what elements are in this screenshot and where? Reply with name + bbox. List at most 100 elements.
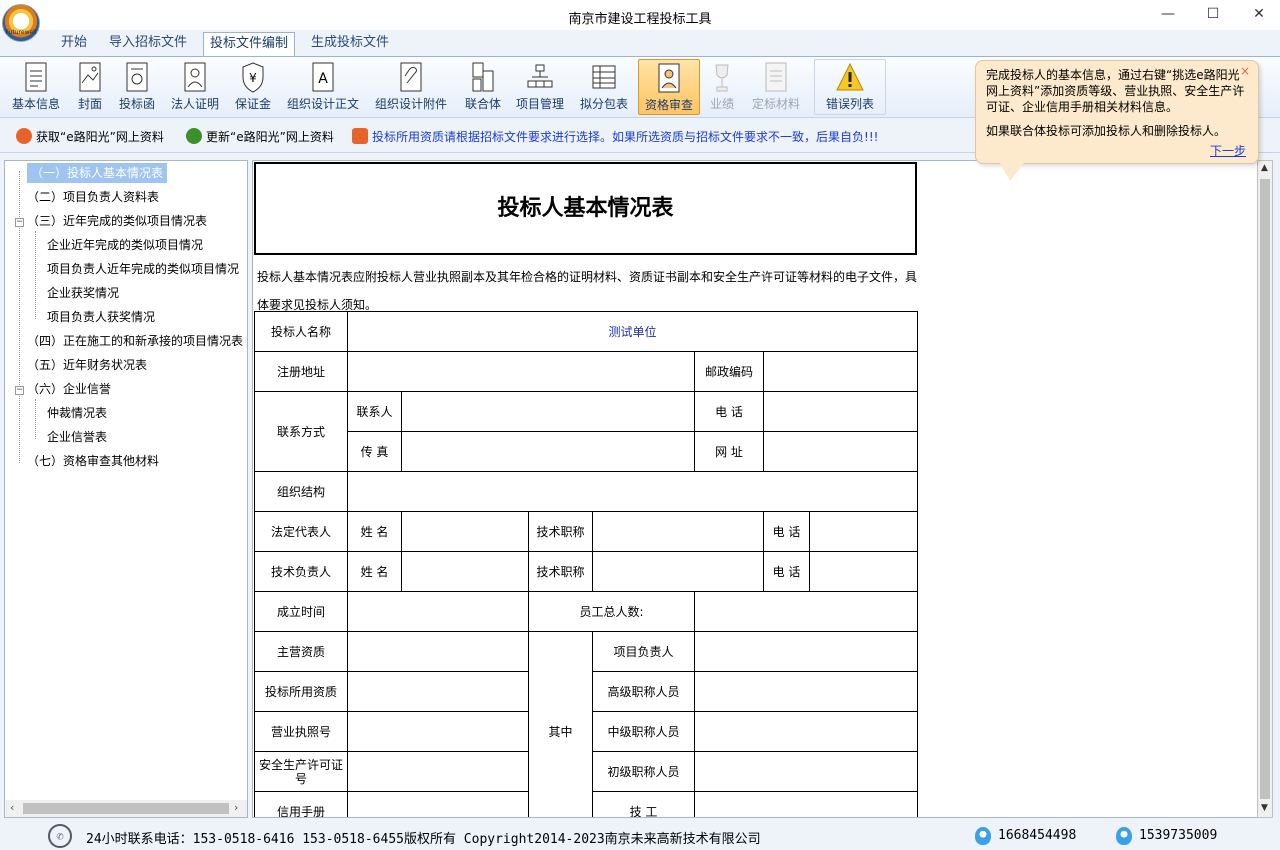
maximize-button[interactable]: ☐ — [1203, 4, 1223, 24]
tree-item-bidder-basic[interactable]: （一）投标人基本情况表 — [27, 163, 168, 183]
document-vertical-scrollbar[interactable]: ▲ ▼ — [1257, 160, 1273, 818]
ribbon-qualification-button[interactable]: 资格审查 — [638, 59, 700, 115]
cell-label: 电 话 — [694, 391, 764, 432]
fetch-online-data-link[interactable]: 获取“e路阳光”网上资料 — [16, 128, 164, 145]
website-field[interactable] — [762, 431, 919, 472]
scroll-left-icon[interactable]: ‹ — [10, 801, 14, 814]
tree-item-enterprise-projects[interactable]: 企业近年完成的类似项目情况 — [47, 235, 203, 255]
tree-item-project-lead[interactable]: （二）项目负责人资料表 — [27, 187, 159, 207]
ribbon-error-list-button[interactable]: 错误列表 — [820, 59, 880, 115]
tree-item-other-materials[interactable]: （七）资格审查其他材料 — [27, 451, 159, 471]
ribbon-cover-button[interactable]: 封面 — [72, 59, 108, 115]
scroll-right-icon[interactable]: › — [234, 801, 238, 814]
mid-staff-field[interactable] — [693, 711, 919, 752]
tree-item-ongoing-projects[interactable]: （四）正在施工的和新承接的项目情况表 — [27, 331, 243, 351]
qualification-warning: 投标所用资质请根据招标文件要求进行选择。如果所选资质与招标文件要求不一致，后果自… — [352, 128, 878, 145]
tree-item-enterprise-awards[interactable]: 企业获奖情况 — [47, 283, 119, 303]
ribbon-label: 投标函 — [118, 97, 155, 111]
ribbon-legal-cert-button[interactable]: 法人证明 — [168, 59, 222, 115]
tooltip-next-link[interactable]: 下一步 — [1210, 143, 1246, 159]
project-lead-count-field[interactable] — [693, 631, 919, 672]
update-online-data-link[interactable]: 更新“e路阳光”网上资料 — [186, 128, 334, 145]
app-logo[interactable]: Futurewell — [2, 4, 40, 42]
ribbon-design-attach-button[interactable]: 组织设计附件 — [372, 59, 450, 115]
postal-code-field[interactable] — [762, 351, 919, 392]
legal-rep-name-field[interactable] — [401, 511, 529, 552]
ribbon-basic-info-button[interactable]: 基本信息 — [8, 59, 64, 115]
org-structure-field[interactable] — [346, 471, 919, 512]
legal-rep-title-field[interactable] — [592, 511, 764, 552]
ribbon-label: 法人证明 — [170, 97, 219, 111]
fetch-label: 获取“e路阳光”网上资料 — [36, 130, 164, 144]
ribbon-label: 资格审查 — [644, 98, 693, 112]
cell-label: 投标人名称 — [254, 311, 348, 352]
title-bar: 南京市建设工程投标工具 — ☐ ✕ — [0, 0, 1280, 30]
tech-lead-title-field[interactable] — [592, 551, 764, 592]
cell-label: 投标所用资质 — [254, 671, 348, 712]
qq-number-2[interactable]: 1539735009 — [1139, 828, 1217, 843]
close-button[interactable]: ✕ — [1249, 4, 1269, 24]
tech-lead-phone-field[interactable] — [808, 551, 919, 592]
tooltip-close-icon[interactable]: × — [1240, 63, 1250, 79]
tree-item-lead-awards[interactable]: 项目负责人获奖情况 — [47, 307, 155, 327]
scroll-thumb[interactable] — [1260, 179, 1270, 799]
license-no-field[interactable] — [347, 711, 529, 752]
staff-total-field[interactable] — [693, 591, 919, 632]
contact-phone-field[interactable] — [762, 391, 919, 432]
junior-staff-field[interactable] — [693, 751, 919, 792]
cell-label: 法定代表人 — [254, 511, 348, 552]
legal-rep-phone-field[interactable] — [808, 511, 919, 552]
tree-horizontal-scrollbar[interactable]: ‹ › — [5, 800, 247, 817]
ribbon-design-text-button[interactable]: A 组织设计正文 — [284, 59, 362, 115]
founded-field[interactable] — [347, 591, 529, 632]
svg-text:A: A — [318, 71, 328, 87]
tree-item-lead-projects[interactable]: 项目负责人近年完成的类似项目情况 — [47, 259, 239, 279]
tech-lead-name-field[interactable] — [401, 551, 529, 592]
bidder-name-field[interactable]: 测试单位 — [346, 311, 919, 352]
tree-item-credit-table[interactable]: 企业信誉表 — [47, 427, 107, 447]
minimize-button[interactable]: — — [1158, 4, 1178, 24]
cell-label: 中级职称人员 — [592, 711, 695, 752]
cell-label: 联系方式 — [254, 391, 348, 472]
contact-person-field[interactable] — [401, 391, 695, 432]
fax-field[interactable] — [401, 431, 695, 472]
qq-number-1[interactable]: 1668454498 — [998, 828, 1076, 843]
senior-staff-field[interactable] — [693, 671, 919, 712]
scroll-thumb[interactable] — [23, 803, 229, 814]
document-view: 投标人基本情况表 投标人基本情况表应附投标人营业执照副本及其年检合格的证明材料、… — [252, 160, 1273, 818]
collapse-icon[interactable]: − — [15, 386, 24, 395]
bid-qual-field[interactable] — [347, 671, 529, 712]
technician-field[interactable] — [693, 791, 919, 817]
ribbon-project-mgmt-button[interactable]: 项目管理 — [512, 59, 568, 115]
tooltip-text-1: 完成投标人的基本信息，通过右键“挑选e路阳光网上资料”添加资质等级、营业执照、安… — [986, 68, 1245, 114]
cell-label: 注册地址 — [254, 351, 348, 392]
tab-compile[interactable]: 投标文件编制 — [203, 32, 296, 56]
bidder-info-table: 投标人名称 测试单位 注册地址 邮政编码 联系方式 联系人 电 话 传 真 网 … — [254, 311, 919, 817]
scroll-up-icon[interactable]: ▲ — [1261, 163, 1268, 173]
ribbon-bid-letter-button[interactable]: 投标函 — [116, 59, 158, 115]
safety-permit-field[interactable] — [347, 751, 529, 792]
tree-item-arbitration[interactable]: 仲裁情况表 — [47, 403, 107, 423]
cover-icon — [79, 62, 101, 92]
cell-label: 姓 名 — [347, 551, 402, 592]
tooltip-text-2: 如果联合体投标可添加投标人和删除投标人。 — [986, 124, 1227, 138]
tree-item-credit[interactable]: （六）企业信誉 — [27, 379, 111, 399]
ribbon-deposit-button[interactable]: ¥ 保证金 — [232, 59, 274, 115]
ribbon-subcontract-button[interactable]: 拟分包表 — [576, 59, 632, 115]
tab-start[interactable]: 开始 — [55, 32, 93, 56]
reg-address-field[interactable] — [347, 351, 695, 392]
cell-label: 电 话 — [763, 551, 810, 592]
collapse-icon[interactable]: − — [15, 218, 24, 227]
ie-icon — [16, 128, 32, 144]
refresh-icon — [186, 128, 202, 144]
tab-import[interactable]: 导入招标文件 — [103, 32, 193, 56]
ribbon-calibration-button: 定标材料 — [748, 59, 804, 115]
ribbon-consortium-button[interactable]: 联合体 — [462, 59, 504, 115]
tab-generate[interactable]: 生成投标文件 — [305, 32, 395, 56]
cell-label: 联系人 — [347, 391, 402, 432]
credit-manual-field[interactable] — [347, 791, 529, 817]
scroll-down-icon[interactable]: ▼ — [1261, 803, 1268, 813]
tree-item-finance[interactable]: （五）近年财务状况表 — [27, 355, 147, 375]
tree-item-similar-projects[interactable]: （三）近年完成的类似项目情况表 — [27, 211, 207, 231]
main-qual-field[interactable] — [347, 631, 529, 672]
